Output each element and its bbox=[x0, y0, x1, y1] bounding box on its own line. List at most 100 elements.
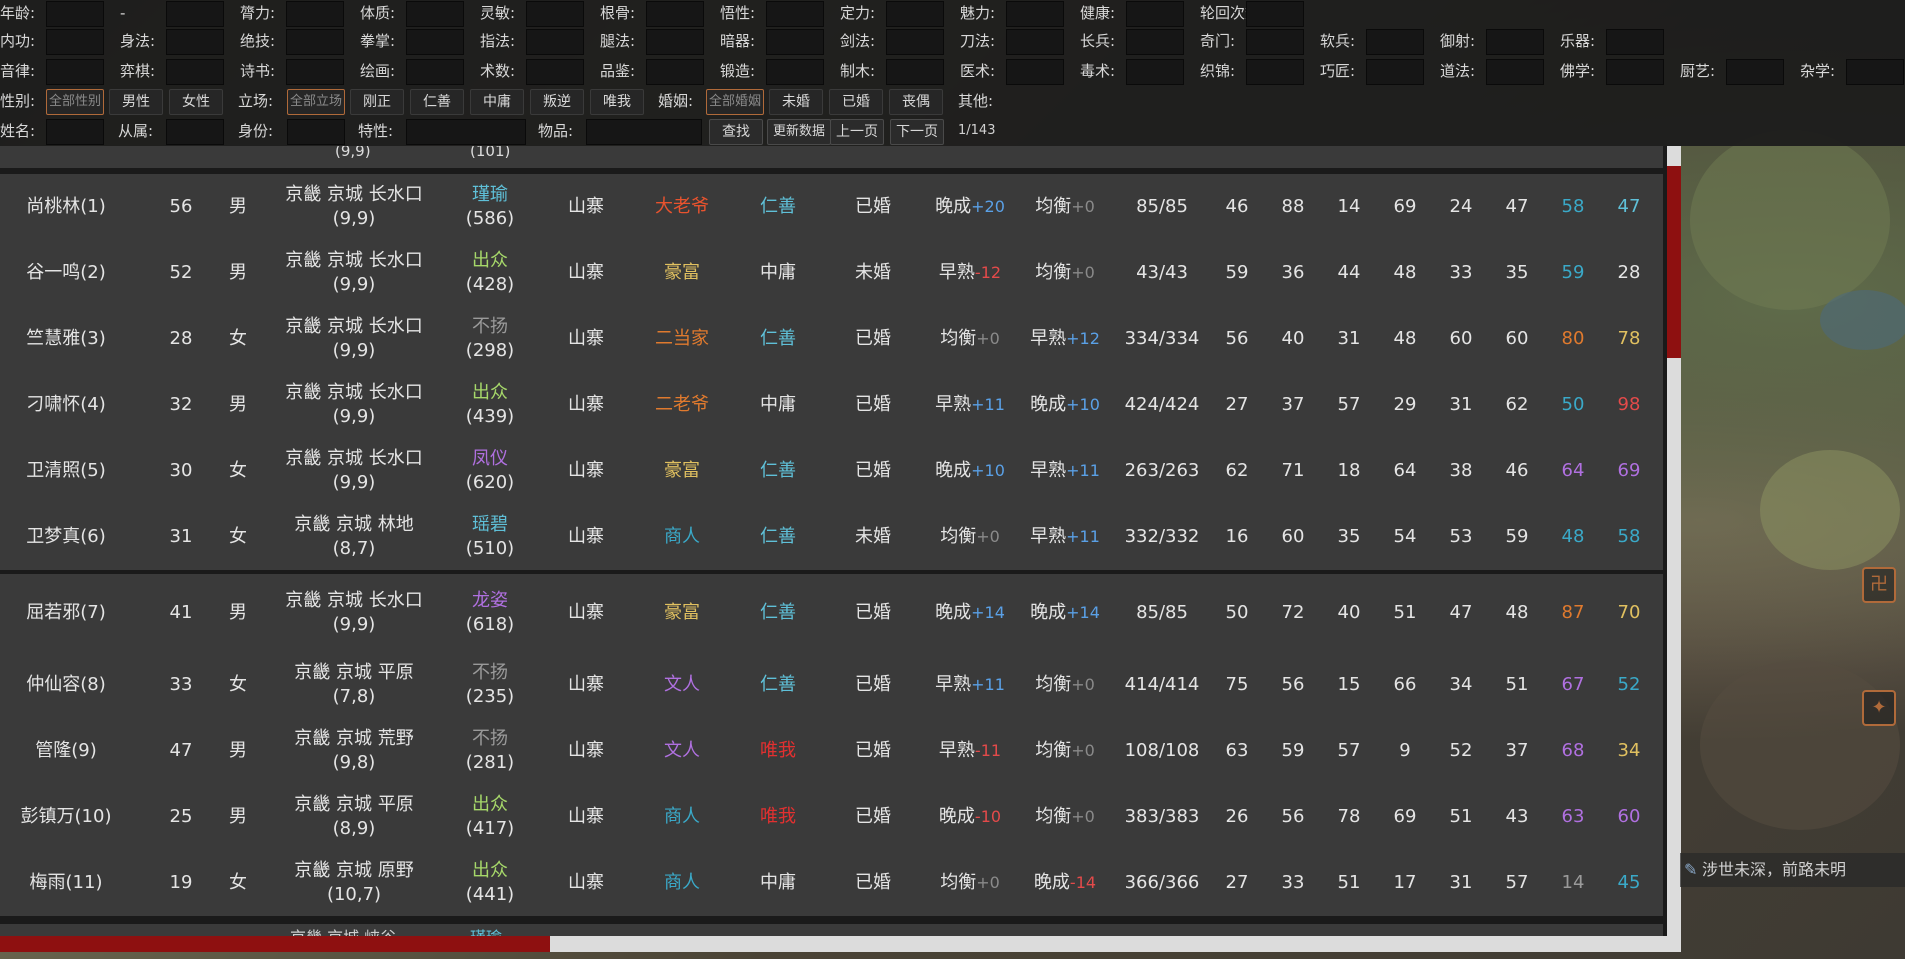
compass-icon[interactable]: ✦ bbox=[1862, 690, 1896, 726]
marriage-married-button[interactable]: 已婚 bbox=[829, 89, 883, 115]
filter-value-input[interactable] bbox=[1246, 59, 1304, 85]
filter-value-input[interactable] bbox=[1126, 59, 1184, 85]
filter-row-attributes: 年龄: - 膂力: 体质: 灵敏: 根骨: 悟性: 定力: 魅力: 健康: 轮回次数: bbox=[0, 0, 1905, 30]
filter-label: 弈棋: bbox=[120, 62, 156, 80]
horizontal-scroll-thumb[interactable] bbox=[0, 936, 550, 952]
prev-page-button[interactable]: 上一页 bbox=[830, 119, 884, 145]
filter-value-input[interactable] bbox=[1366, 59, 1424, 85]
scroll-icon[interactable]: 卍 bbox=[1862, 567, 1896, 603]
filter-value-input[interactable] bbox=[526, 29, 584, 55]
item-input[interactable] bbox=[586, 119, 702, 145]
table-row[interactable]: 仲仙容(8) 33 女京畿 京城 平原 (7,8) 不扬 (235) 山寨 文人 仁善 已婚 早熟+… bbox=[0, 652, 1663, 718]
filter-value-input[interactable] bbox=[1846, 59, 1904, 85]
filter-value-input[interactable] bbox=[1246, 29, 1304, 55]
filter-value-input[interactable] bbox=[766, 59, 824, 85]
cell-stat: 70 bbox=[1529, 574, 1680, 652]
identity-input[interactable] bbox=[287, 119, 345, 145]
sex-text: 男 bbox=[229, 196, 247, 217]
filter-label: 医术: bbox=[960, 62, 996, 80]
filter-value-input[interactable] bbox=[286, 29, 344, 55]
name-input[interactable] bbox=[46, 119, 104, 145]
filter-value-input[interactable] bbox=[886, 59, 944, 85]
filter-value-input[interactable] bbox=[1006, 1, 1064, 27]
filter-value-input[interactable] bbox=[526, 59, 584, 85]
stance-all-button[interactable]: 全部立场 bbox=[287, 89, 345, 115]
gender-all-button[interactable]: 全部性别 bbox=[46, 89, 104, 115]
stance-egoist-button[interactable]: 唯我 bbox=[590, 89, 644, 115]
filter-value-input[interactable] bbox=[886, 1, 944, 27]
location-coords: (9,9) bbox=[332, 274, 376, 295]
stance-kind-button[interactable]: 仁善 bbox=[410, 89, 464, 115]
feather-icon: ✎ bbox=[1684, 860, 1698, 879]
next-page-button[interactable]: 下一页 bbox=[890, 119, 944, 145]
filter-value-input[interactable] bbox=[1006, 59, 1064, 85]
filter-value-input[interactable] bbox=[406, 29, 464, 55]
filter-value-input[interactable] bbox=[406, 59, 464, 85]
table-row[interactable]: 屈若邪(7) 41 男京畿 京城 长水口 (9,9) 龙姿 (618) 山寨 豪富 仁善 已婚 晚成… bbox=[0, 574, 1663, 652]
filter-value-input[interactable] bbox=[46, 59, 104, 85]
trait-label: 特性: bbox=[358, 122, 394, 140]
table-row[interactable]: 彭镇万(10) 25 男京畿 京城 平原 (8,9) 出众 (417) 山寨 商人 唯我 已婚 晚成… bbox=[0, 784, 1663, 850]
sex-text: 女 bbox=[229, 674, 247, 695]
filter-value-input[interactable] bbox=[1606, 59, 1664, 85]
horizontal-scrollbar[interactable] bbox=[0, 936, 1681, 952]
gender-male-button[interactable]: 男性 bbox=[109, 89, 163, 115]
filter-value-input[interactable] bbox=[1726, 59, 1784, 85]
filter-value-input[interactable] bbox=[1606, 29, 1664, 55]
filter-value-input[interactable] bbox=[166, 29, 224, 55]
table-row[interactable]: 竺慧雅(3) 28 女京畿 京城 长水口 (9,9) 不扬 (298) 山寨 二当家 仁善 已婚均… bbox=[0, 306, 1663, 372]
table-row[interactable]: 卫清照(5) 30 女京畿 京城 长水口 (9,9) 凤仪 (620) 山寨 豪富 仁善 已婚 晚成… bbox=[0, 438, 1663, 504]
filter-value-input[interactable] bbox=[646, 29, 704, 55]
filter-value-input[interactable] bbox=[646, 1, 704, 27]
filter-value-input[interactable] bbox=[1126, 1, 1184, 27]
table-row[interactable]: 管隆(9) 47 男京畿 京城 荒野 (9,8) 不扬 (281) 山寨 文人 唯我 已婚 早熟-1… bbox=[0, 718, 1663, 784]
affiliation-input[interactable] bbox=[166, 119, 224, 145]
filter-value-input[interactable] bbox=[526, 1, 584, 27]
filter-value-input[interactable] bbox=[286, 1, 344, 27]
filter-value-input[interactable] bbox=[166, 59, 224, 85]
table-row[interactable]: 谷一鸣(2) 52 男京畿 京城 长水口 (9,9) 出众 (428) 山寨 豪富 中庸 未婚 早熟… bbox=[0, 240, 1663, 306]
stat-value: 69 bbox=[1617, 460, 1641, 481]
vertical-scrollbar[interactable] bbox=[1667, 146, 1681, 936]
filter-value-input[interactable] bbox=[646, 59, 704, 85]
stat-value: 58 bbox=[1617, 526, 1641, 547]
table-row[interactable]: 尚桃林(1) 56 男京畿 京城 长水口 (9,9) 瑾瑜 (586) 山寨 大老爷 仁善 已婚晚… bbox=[0, 174, 1663, 240]
stance-rebel-button[interactable]: 叛逆 bbox=[530, 89, 584, 115]
filter-value-input[interactable] bbox=[766, 29, 824, 55]
character-table[interactable]: (9,9) (101) 尚桃林(1) 56 男京畿 京城 长水口 (9,9) 瑾瑜 (58… bbox=[0, 146, 1680, 942]
other-label: 其他: bbox=[958, 92, 994, 110]
filter-value-input[interactable] bbox=[286, 59, 344, 85]
vertical-scroll-thumb[interactable] bbox=[1667, 166, 1681, 358]
filter-value-input[interactable] bbox=[1366, 29, 1424, 55]
filter-value-input[interactable] bbox=[766, 1, 824, 27]
trait-input[interactable] bbox=[406, 119, 526, 145]
stance-upright-button[interactable]: 刚正 bbox=[350, 89, 404, 115]
search-button[interactable]: 查找 bbox=[709, 119, 763, 145]
filter-label: 织锦: bbox=[1200, 62, 1236, 80]
filter-value-input[interactable] bbox=[406, 1, 464, 27]
filter-value-input[interactable] bbox=[166, 1, 224, 27]
stat-value: 78 bbox=[1617, 328, 1641, 349]
filter-value-input[interactable] bbox=[1006, 29, 1064, 55]
table-row[interactable]: 梅雨(11) 19 女京畿 京城 原野 (10,7) 出众 (441) 山寨 商人 中庸 已婚 均衡… bbox=[0, 850, 1663, 916]
sex-text: 男 bbox=[229, 740, 247, 761]
refresh-data-button[interactable]: 更新数据 bbox=[767, 119, 831, 145]
growth-type: 早熟 bbox=[1030, 526, 1067, 547]
filter-value-input[interactable] bbox=[886, 29, 944, 55]
marriage-widowed-button[interactable]: 丧偶 bbox=[889, 89, 943, 115]
filter-value-input[interactable] bbox=[46, 1, 104, 27]
filter-value-input[interactable] bbox=[1486, 29, 1544, 55]
marriage-single-button[interactable]: 未婚 bbox=[769, 89, 823, 115]
gender-female-button[interactable]: 女性 bbox=[169, 89, 223, 115]
marriage-all-button[interactable]: 全部婚姻 bbox=[706, 89, 764, 115]
filter-label: 身法: bbox=[120, 32, 156, 50]
table-row[interactable]: 刁啸怀(4) 32 男京畿 京城 长水口 (9,9) 出众 (439) 山寨 二老爷 中庸 已婚早… bbox=[0, 372, 1663, 438]
filter-value-input[interactable] bbox=[1246, 1, 1304, 27]
status-tip: ✎ 涉世未深，前路未明 bbox=[1680, 853, 1905, 887]
table-row[interactable]: 卫梦真(6) 31 女京畿 京城 林地 (8,7) 瑶碧 (510) 山寨 商人 仁善 未婚 均衡+… bbox=[0, 504, 1663, 570]
partial-location: (9,9) bbox=[335, 146, 371, 160]
filter-value-input[interactable] bbox=[1126, 29, 1184, 55]
stance-neutral-button[interactable]: 中庸 bbox=[470, 89, 524, 115]
filter-value-input[interactable] bbox=[1486, 59, 1544, 85]
filter-value-input[interactable] bbox=[46, 29, 104, 55]
